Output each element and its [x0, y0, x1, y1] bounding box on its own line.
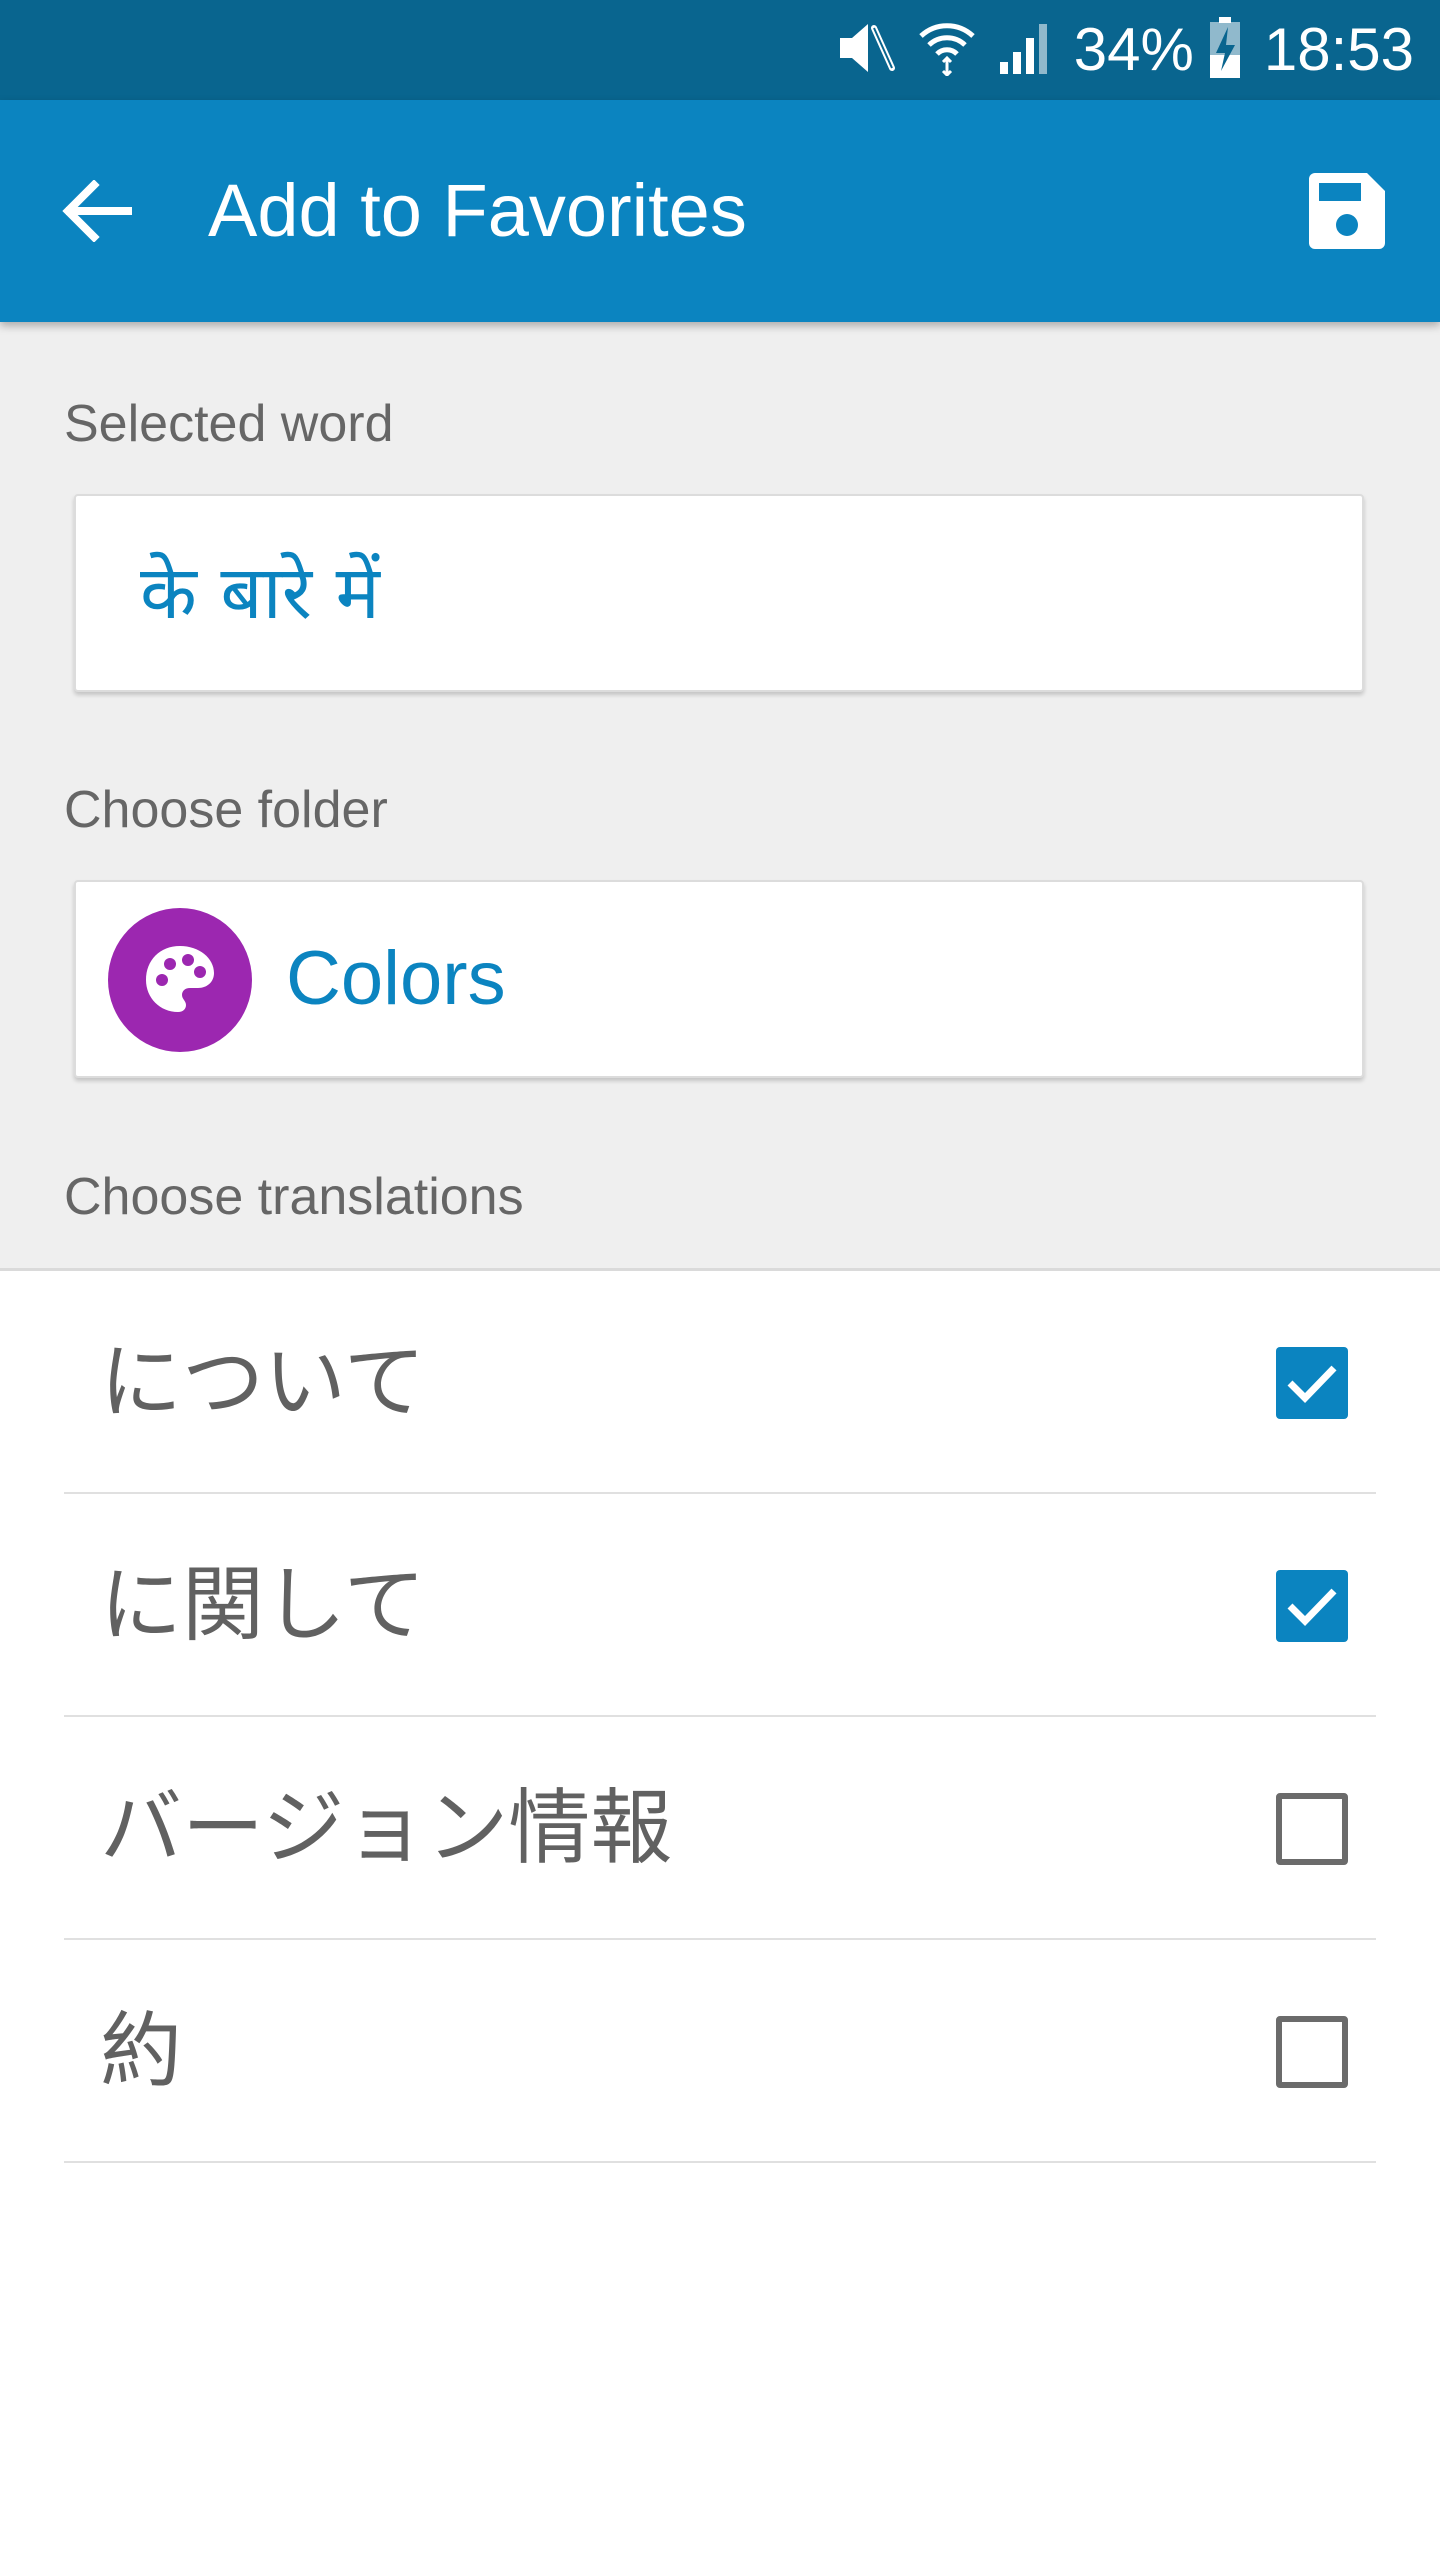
- translation-checkbox[interactable]: [1276, 1570, 1348, 1642]
- checkmark-icon: [1287, 1365, 1337, 1403]
- choose-translations-label: Choose translations: [64, 1168, 524, 1226]
- translation-row[interactable]: について: [64, 1271, 1376, 1494]
- translation-row[interactable]: バージョン情報: [64, 1717, 1376, 1940]
- translation-row[interactable]: 約: [64, 1940, 1376, 2163]
- translation-checkbox[interactable]: [1276, 1793, 1348, 1865]
- palette-icon: [108, 908, 252, 1052]
- selected-word-value: के बारे में: [140, 550, 380, 636]
- translation-text: 約: [100, 2004, 183, 2099]
- save-button[interactable]: [1302, 166, 1392, 256]
- app-bar: Add to Favorites: [0, 100, 1440, 322]
- page-title: Add to Favorites: [208, 169, 747, 252]
- battery-charging-icon: [1208, 16, 1242, 84]
- folder-selector[interactable]: Colors: [74, 880, 1364, 1078]
- translation-text: について: [100, 1335, 426, 1430]
- status-icons: 34% 18:53: [834, 0, 1414, 100]
- mute-icon: [834, 20, 896, 81]
- translation-text: に関して: [100, 1558, 426, 1653]
- folder-name: Colors: [286, 936, 506, 1021]
- translation-list: について に関して バージョン情報 約: [0, 1271, 1440, 2163]
- form-area: Selected word के बारे में Choose folder …: [0, 322, 1440, 1271]
- selected-word-label: Selected word: [64, 395, 394, 453]
- wifi-icon: [918, 20, 976, 81]
- checkmark-icon: [1287, 1588, 1337, 1626]
- selected-word-field[interactable]: के बारे में: [74, 494, 1364, 692]
- floppy-disk-icon: [1309, 173, 1385, 249]
- back-button[interactable]: [52, 166, 142, 256]
- translation-checkbox[interactable]: [1276, 1347, 1348, 1419]
- choose-folder-label: Choose folder: [64, 781, 388, 839]
- translation-text: バージョン情報: [100, 1781, 673, 1876]
- arrow-left-icon: [62, 180, 132, 242]
- translation-row[interactable]: に関して: [64, 1494, 1376, 1717]
- signal-icon: [998, 20, 1052, 81]
- translation-checkbox[interactable]: [1276, 2016, 1348, 2088]
- status-bar: 34% 18:53: [0, 0, 1440, 100]
- battery-percent: 34%: [1073, 16, 1194, 83]
- clock: 18:53: [1263, 16, 1414, 83]
